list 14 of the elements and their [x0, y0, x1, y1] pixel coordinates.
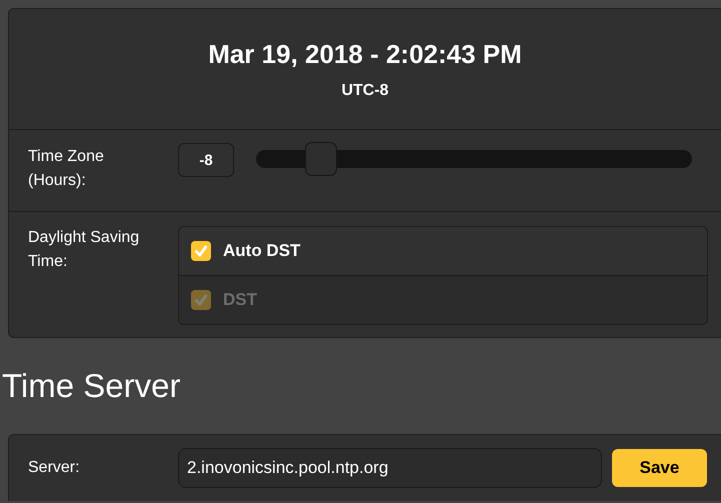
- time-zone-label: Time Zone (Hours):: [28, 147, 105, 191]
- server-field[interactable]: 2.inovonicsinc.pool.ntp.org: [178, 448, 602, 488]
- save-button[interactable]: Save: [612, 449, 707, 487]
- time-zone-value: -8: [178, 143, 234, 177]
- dst-checkbox[interactable]: Auto DST: [179, 227, 707, 276]
- dst-label: Daylight Saving Time:: [28, 228, 140, 272]
- slider-track[interactable]: [256, 150, 692, 168]
- slider-thumb[interactable]: [305, 142, 338, 176]
- time-zone-slider[interactable]: [256, 142, 692, 176]
- date-time: Mar 19, 2018 - 2:02:43 PM: [208, 38, 522, 70]
- utc-offset: UTC-8: [341, 82, 389, 100]
- server-label: Server:: [28, 458, 81, 478]
- checkbox-icon[interactable]: [191, 241, 211, 261]
- section-heading: Time Server: [2, 366, 182, 406]
